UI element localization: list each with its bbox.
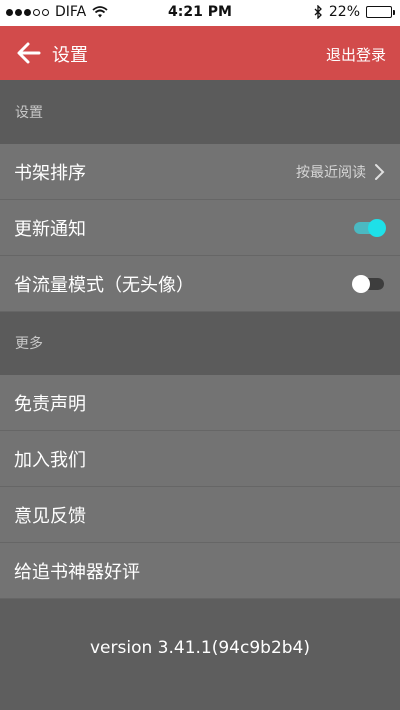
disclaimer-label: 免责声明 [14,393,86,415]
logout-button[interactable]: 退出登录 [326,44,386,65]
nav-header: 设置 退出登录 [0,26,400,80]
version-text: version 3.41.1(94c9b2b4) [89,638,310,658]
battery-percent: 22% [328,4,360,20]
update-notify-toggle[interactable] [354,218,386,237]
update-notify-row: 更新通知 [0,200,400,256]
shelf-sort-row[interactable]: 书架排序 按最近阅读 [0,144,400,200]
update-notify-label: 更新通知 [14,218,86,240]
battery-icon [366,6,395,18]
save-data-row: 省流量模式（无头像） [0,256,400,312]
section-header-more: 更多 [0,312,400,375]
join-us-row[interactable]: 加入我们 [0,431,400,487]
page-title: 设置 [52,45,88,66]
status-bar: DIFA 4:21 PM 22% [0,0,400,26]
save-data-label: 省流量模式（无头像） [14,274,194,296]
disclaimer-row[interactable]: 免责声明 [0,375,400,431]
status-right: 22% [314,4,395,20]
save-data-toggle[interactable] [352,274,384,293]
feedback-label: 意见反馈 [14,505,86,527]
chevron-right-icon [375,163,385,180]
bluetooth-icon [314,5,322,19]
section-header-settings: 设置 [0,80,400,144]
feedback-row[interactable]: 意见反馈 [0,487,400,543]
rate-app-row[interactable]: 给追书神器好评 [0,543,400,599]
shelf-sort-label: 书架排序 [14,162,86,184]
rate-app-label: 给追书神器好评 [14,561,140,583]
join-us-label: 加入我们 [14,449,86,471]
back-arrow-icon[interactable] [16,40,42,66]
shelf-sort-value: 按最近阅读 [296,164,366,181]
